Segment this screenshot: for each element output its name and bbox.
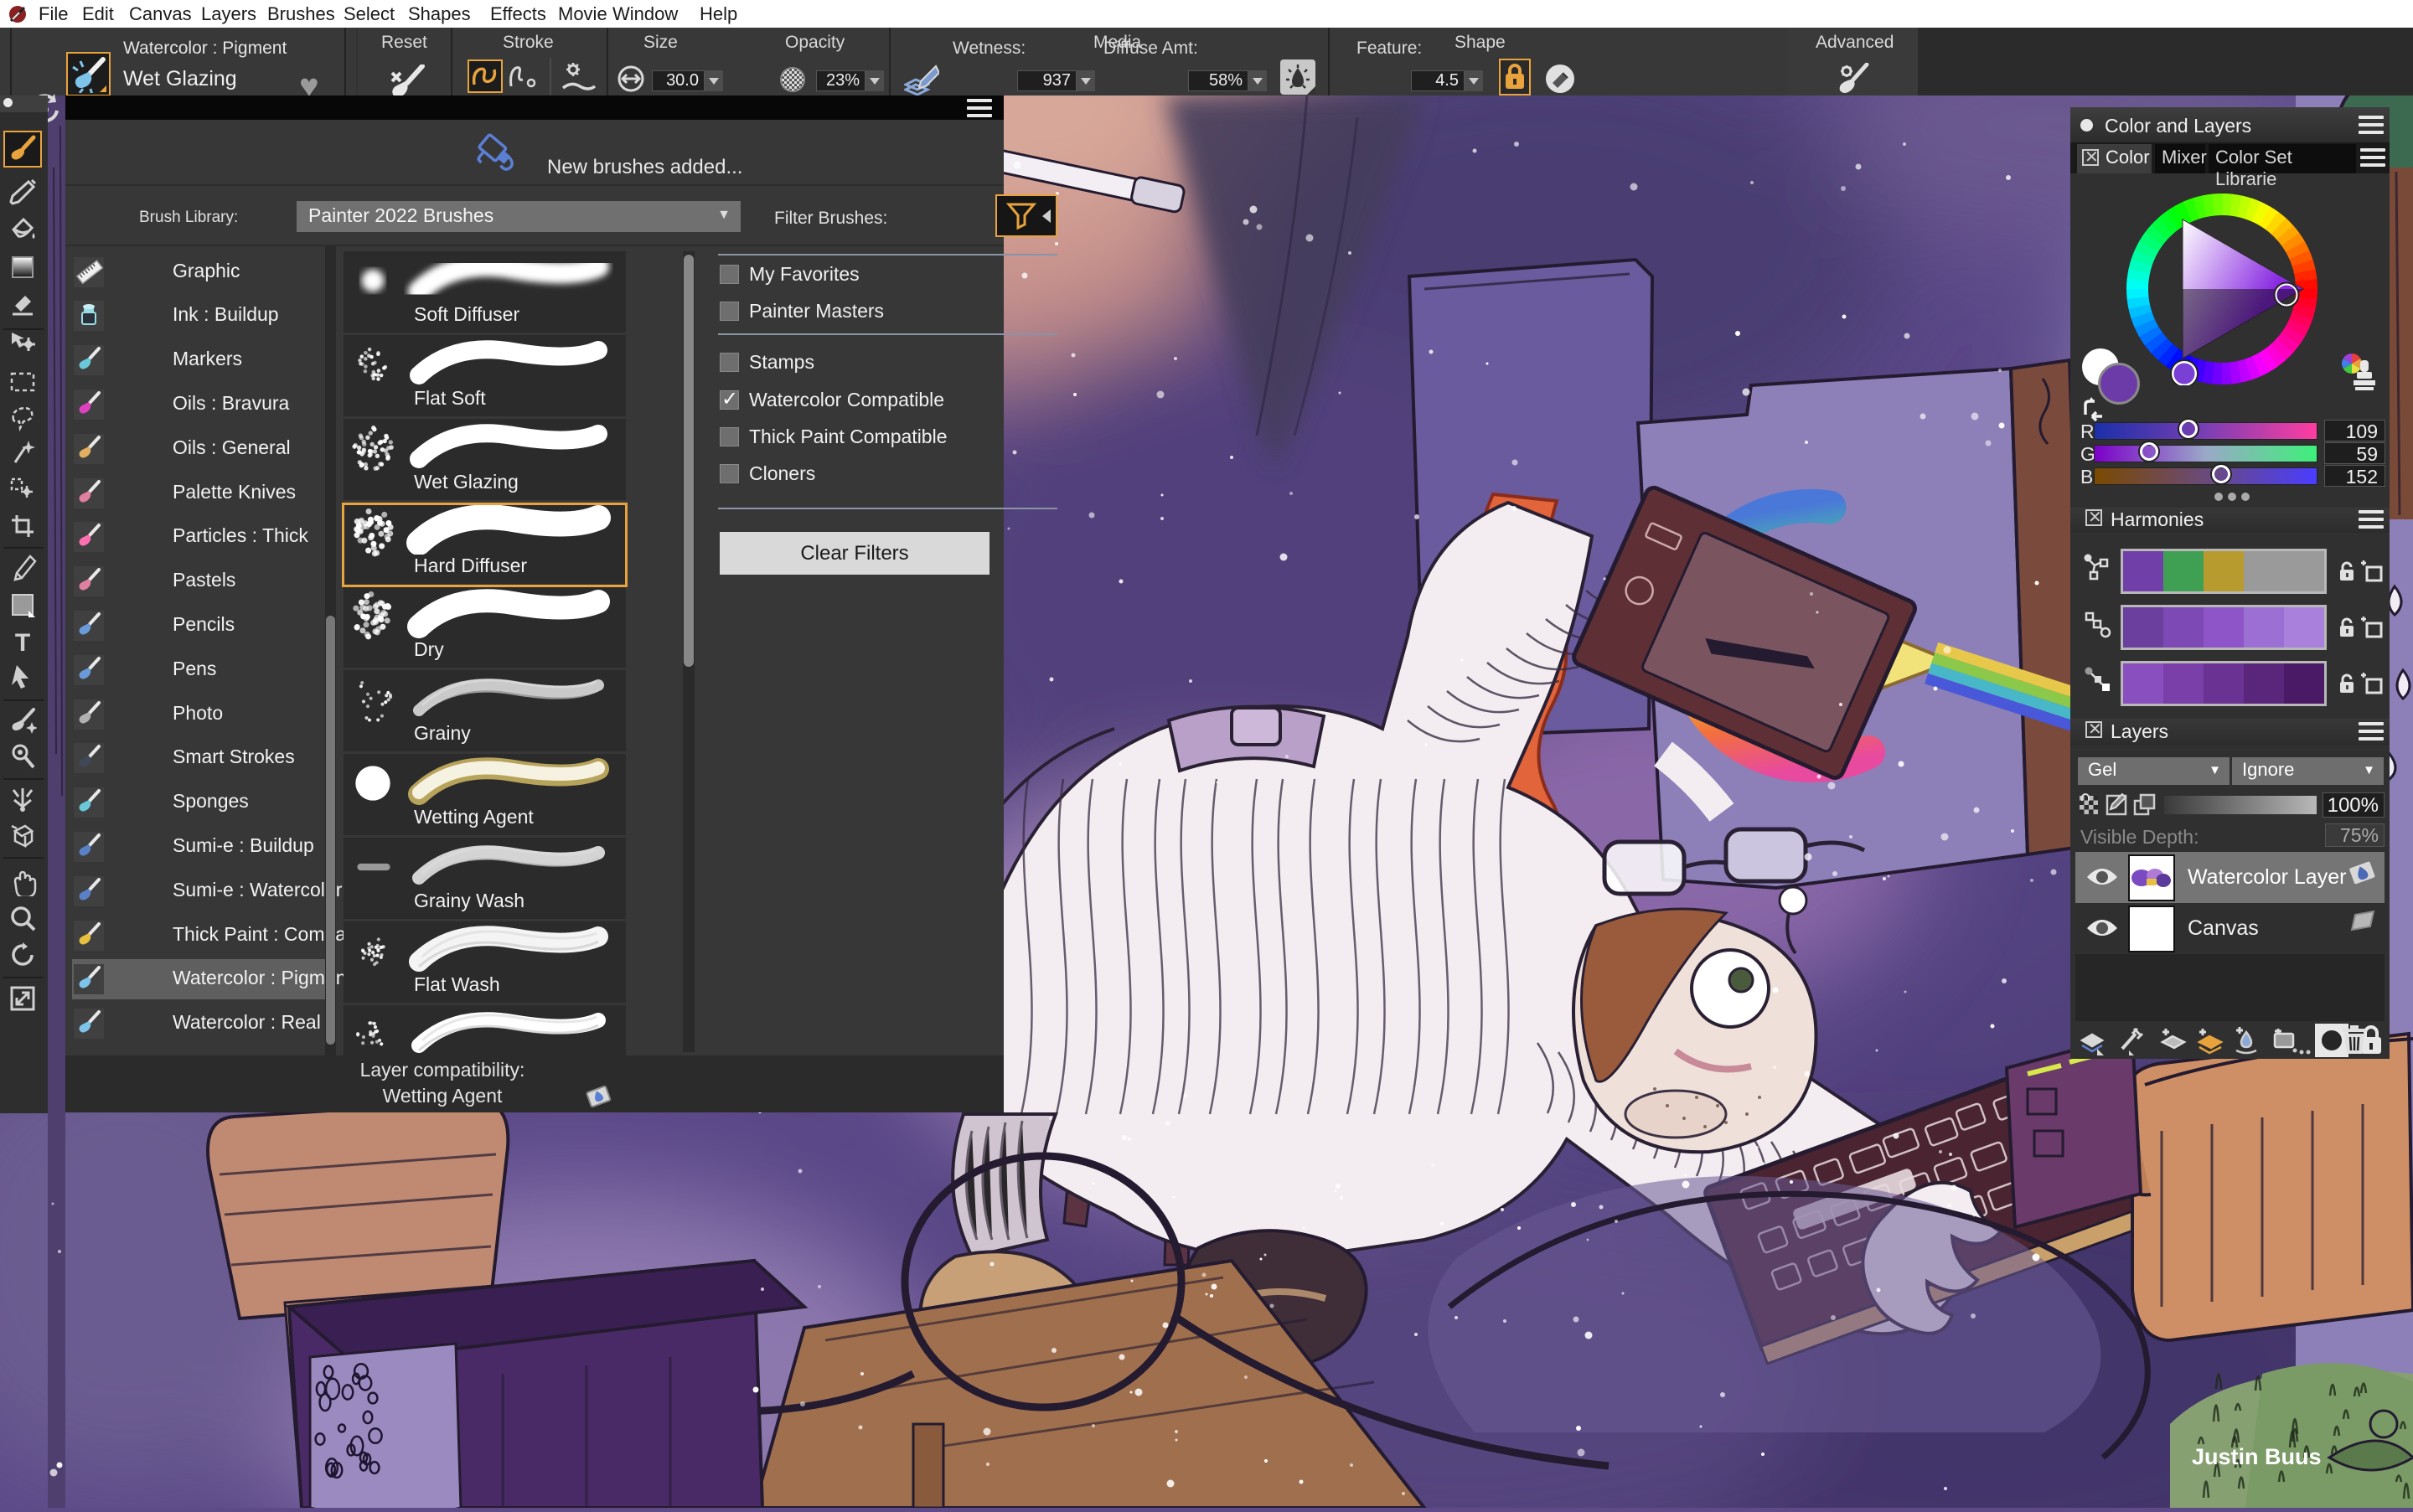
svg-text:Justin Buus: Justin Buus (2192, 1444, 2322, 1469)
svg-text:T: T (15, 629, 30, 656)
